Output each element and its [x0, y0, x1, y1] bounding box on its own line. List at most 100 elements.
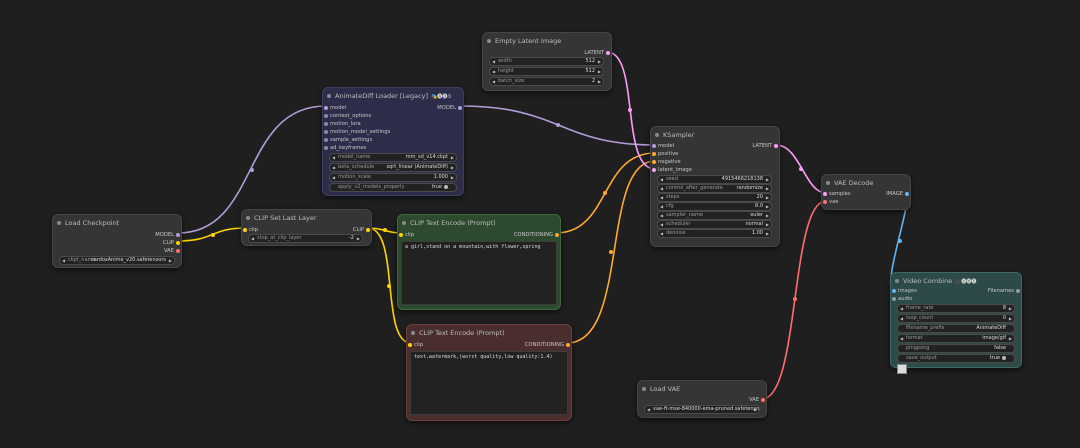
input-clip[interactable]: clip [398, 231, 414, 239]
arrow-left-icon[interactable]: ◀ [660, 221, 663, 228]
video-combine-node[interactable]: Video Combine 🎥🅥🅗🅢 images audio Filenames… [890, 272, 1022, 368]
format-combo[interactable]: ◀ format image/gif ▶ [897, 334, 1015, 343]
node-title[interactable]: CLIP Text Encode (Prompt) [398, 215, 560, 232]
output-vae[interactable]: VAE [749, 396, 766, 404]
arrow-left-icon[interactable]: ◀ [900, 335, 903, 342]
arrow-left-icon[interactable]: ◀ [492, 68, 495, 75]
input-dot-icon[interactable] [243, 228, 247, 232]
input-clip[interactable]: clip [242, 226, 258, 234]
output-filenames[interactable]: Filenames [988, 287, 1021, 295]
beta-schedule-combo[interactable]: ◀ beta_schedule sqrt_linear (AnimateDiff… [329, 163, 457, 172]
collapse-dot-icon[interactable] [402, 221, 406, 225]
input-context-options[interactable]: context_options [323, 112, 371, 120]
height-number[interactable]: ◀ height 512 ▶ [489, 67, 604, 76]
arrow-left-icon[interactable]: ◀ [492, 58, 495, 65]
arrow-right-icon[interactable]: ▶ [598, 68, 601, 75]
input-dot-icon[interactable] [324, 146, 328, 150]
input-negative[interactable]: negative [651, 158, 681, 166]
output-dot-icon[interactable] [1016, 289, 1020, 293]
output-dot-icon[interactable] [555, 233, 559, 237]
control-after-generate-combo[interactable]: ◀ control_after_generate randomize ▶ [657, 184, 772, 193]
input-dot-icon[interactable] [892, 289, 896, 293]
output-clip[interactable]: CLIP [353, 226, 371, 234]
stop-at-clip-layer-number[interactable]: ◀ stop_at_clip_layer -2 ▶ [248, 234, 363, 243]
collapse-dot-icon[interactable] [895, 279, 899, 283]
input-dot-icon[interactable] [823, 192, 827, 196]
clip-set-last-layer-node[interactable]: CLIP Set Last Layer clip CLIP ◀ stop_at_… [241, 209, 372, 246]
input-motion-model-settings[interactable]: motion_model_settings [323, 128, 390, 136]
input-dot-icon[interactable] [652, 160, 656, 164]
arrow-left-icon[interactable]: ◀ [251, 235, 254, 242]
toggle-knob-icon[interactable] [1002, 355, 1006, 360]
node-title[interactable]: AnimateDiff Loader [Legacy] 🎭🅐🅓① [323, 88, 463, 105]
output-dot-icon[interactable] [606, 51, 610, 55]
input-dot-icon[interactable] [652, 152, 656, 156]
input-clip[interactable]: clip [407, 341, 423, 349]
empty-latent-image-node[interactable]: Empty Latent Image LATENT ◀ width 512 ▶ … [482, 32, 612, 91]
output-conditioning[interactable]: CONDITIONING [514, 231, 560, 239]
arrow-right-icon[interactable]: ▶ [451, 174, 454, 181]
output-dot-icon[interactable] [176, 233, 180, 237]
collapse-dot-icon[interactable] [327, 94, 331, 98]
output-model[interactable]: MODEL [155, 231, 181, 239]
arrow-left-icon[interactable]: ◀ [492, 78, 495, 85]
filename-prefix-field[interactable]: filename_prefix AnimateDiff [897, 324, 1015, 333]
arrow-left-icon[interactable]: ◀ [332, 164, 335, 171]
arrow-right-icon[interactable]: ▶ [766, 203, 769, 210]
collapse-dot-icon[interactable] [411, 331, 415, 335]
prompt-textarea[interactable]: a girl,stand on a mountain,with flower,s… [401, 241, 557, 305]
input-dot-icon[interactable] [892, 297, 896, 301]
arrow-left-icon[interactable]: ◀ [660, 185, 663, 192]
load-checkpoint-node[interactable]: Load Checkpoint MODEL CLIP VAE ◀ ckpt_na… [52, 214, 182, 268]
arrow-left-icon[interactable]: ◀ [660, 212, 663, 219]
input-dot-icon[interactable] [408, 343, 412, 347]
save-output-toggle[interactable]: save_output true [897, 354, 1015, 363]
input-dot-icon[interactable] [324, 106, 328, 110]
collapse-dot-icon[interactable] [655, 133, 659, 137]
arrow-right-icon[interactable]: ▶ [1009, 315, 1012, 322]
arrow-right-icon[interactable]: ▶ [598, 78, 601, 85]
width-number[interactable]: ◀ width 512 ▶ [489, 57, 604, 66]
output-latent[interactable]: LATENT [752, 142, 779, 150]
arrow-right-icon[interactable]: ▶ [451, 164, 454, 171]
node-title[interactable]: Load Checkpoint [53, 215, 181, 232]
collapse-dot-icon[interactable] [826, 181, 830, 185]
output-model[interactable]: MODEL [437, 104, 463, 112]
output-dot-icon[interactable] [366, 228, 370, 232]
ckpt-name-combo[interactable]: ◀ ckpt_name cardosAnime_v20.safetensors … [59, 256, 175, 265]
arrow-right-icon[interactable]: ▶ [766, 176, 769, 183]
vae-name-combo[interactable]: ◀ vae-ft-mse-840000-ema-pruned.safetenso… [644, 405, 760, 414]
cfg-number[interactable]: ◀ cfg 8.0 ▶ [657, 202, 772, 211]
arrow-left-icon[interactable]: ◀ [660, 176, 663, 183]
clip-text-encode-positive-node[interactable]: CLIP Text Encode (Prompt) clip CONDITION… [397, 214, 561, 310]
arrow-right-icon[interactable]: ▶ [169, 257, 172, 264]
node-title[interactable]: CLIP Text Encode (Prompt) [407, 325, 571, 342]
collapse-dot-icon[interactable] [642, 387, 646, 391]
arrow-right-icon[interactable]: ▶ [357, 235, 360, 242]
node-title[interactable]: Load VAE [638, 381, 766, 398]
input-dot-icon[interactable] [324, 130, 328, 134]
arrow-left-icon[interactable]: ◀ [900, 305, 903, 312]
input-images[interactable]: images [891, 287, 917, 295]
arrow-left-icon[interactable]: ◀ [660, 203, 663, 210]
output-dot-icon[interactable] [905, 192, 909, 196]
arrow-right-icon[interactable]: ▶ [1009, 335, 1012, 342]
output-latent[interactable]: LATENT [584, 49, 611, 57]
input-audio[interactable]: audio [891, 295, 912, 303]
arrow-right-icon[interactable]: ▶ [766, 185, 769, 192]
seed-number[interactable]: ◀ seed 491546621813​8 ▶ [657, 175, 772, 184]
arrow-left-icon[interactable]: ◀ [332, 154, 335, 161]
node-title[interactable]: Empty Latent Image [483, 33, 611, 50]
output-dot-icon[interactable] [176, 249, 180, 253]
denoise-number[interactable]: ◀ denoise 1.00 ▶ [657, 229, 772, 238]
arrow-left-icon[interactable]: ◀ [900, 315, 903, 322]
arrow-right-icon[interactable]: ▶ [598, 58, 601, 65]
clip-text-encode-negative-node[interactable]: CLIP Text Encode (Prompt) clip CONDITION… [406, 324, 572, 421]
batch-size-number[interactable]: ◀ batch_size 2 ▶ [489, 77, 604, 86]
input-dot-icon[interactable] [652, 168, 656, 172]
scheduler-combo[interactable]: ◀ scheduler normal ▶ [657, 220, 772, 229]
input-dot-icon[interactable] [324, 122, 328, 126]
arrow-left-icon[interactable]: ◀ [660, 230, 663, 237]
model-name-combo[interactable]: ◀ model_name mm_sd_v14.ckpt ▶ [329, 153, 457, 162]
arrow-right-icon[interactable]: ▶ [766, 221, 769, 228]
